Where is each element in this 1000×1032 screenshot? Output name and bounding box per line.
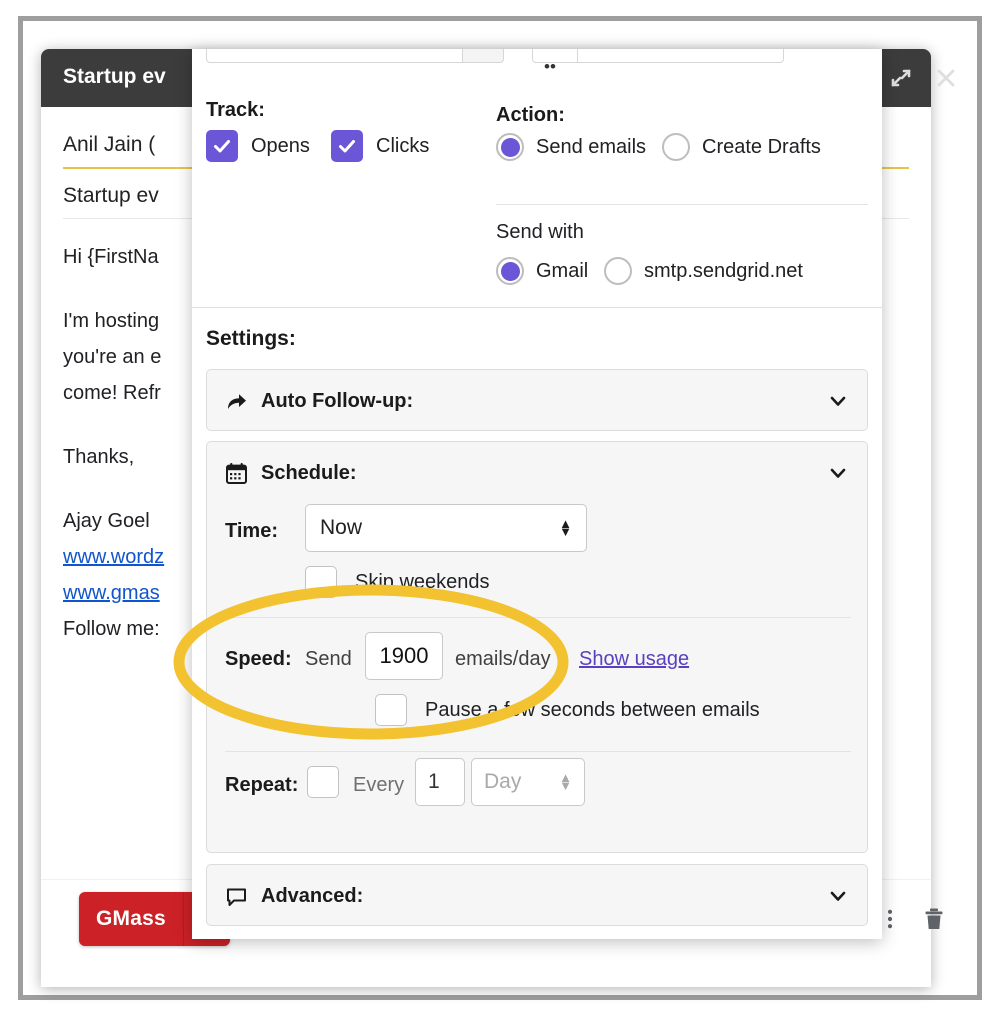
action-send-emails-label: Send emails <box>536 136 646 159</box>
send-with-smtp-label: smtp.sendgrid.net <box>644 260 803 283</box>
accordion-schedule[interactable]: Schedule: Time: Now ▲ ▼ <box>206 441 868 853</box>
chevron-down-icon[interactable] <box>827 390 849 412</box>
gmass-settings-popup: •• Track: Opens Clicks Action: <box>192 49 882 939</box>
action-label: Action: <box>496 104 565 127</box>
action-send-emails-row[interactable]: Send emails <box>496 133 646 161</box>
radio-gmail[interactable] <box>496 257 524 285</box>
repeat-checkbox-row[interactable] <box>307 766 339 798</box>
speed-unit-text: emails/day <box>455 648 551 671</box>
gmass-button-label: GMass <box>79 907 183 931</box>
speed-input[interactable]: 1900 <box>365 632 443 680</box>
track-clicks-label: Clicks <box>376 135 429 158</box>
send-with-smtp-row[interactable]: smtp.sendgrid.net <box>604 257 803 285</box>
pause-between-emails-label: Pause a few seconds between emails <box>425 699 760 722</box>
comment-icon <box>225 885 251 908</box>
checkbox-opens[interactable] <box>206 130 238 162</box>
action-create-drafts-label: Create Drafts <box>702 136 821 159</box>
track-opens-label: Opens <box>251 135 310 158</box>
radio-send-emails[interactable] <box>496 133 524 161</box>
repeat-label: Repeat: <box>225 774 298 797</box>
body-line-2: you're an e <box>63 346 161 368</box>
body-line-1: I'm hosting <box>63 310 159 332</box>
close-icon[interactable] <box>931 63 961 93</box>
expand-icon[interactable] <box>886 63 916 93</box>
radio-smtp[interactable] <box>604 257 632 285</box>
time-select-value: Now <box>320 516 362 540</box>
track-clicks-row[interactable]: Clicks <box>331 130 429 162</box>
cutoff-input-left-button[interactable] <box>462 49 504 63</box>
send-with-gmail-row[interactable]: Gmail <box>496 257 588 285</box>
page-title: Startup ev <box>63 65 166 89</box>
speed-send-text: Send <box>305 648 352 671</box>
repeat-every-text: Every <box>353 774 404 797</box>
chevron-down-icon[interactable] <box>827 885 849 907</box>
time-select[interactable]: Now ▲ ▼ <box>305 504 587 552</box>
gmail-compose-window: Startup ev Anil Jain ( Startup <box>41 49 931 987</box>
screenshot-frame: Startup ev Anil Jain ( Startup <box>18 16 982 1000</box>
divider <box>225 751 851 752</box>
checkbox-pause-between-emails[interactable] <box>375 694 407 726</box>
accordion-auto-followup-header[interactable]: Auto Follow-up: <box>207 370 867 432</box>
signature-link-2[interactable]: www.gmas <box>63 582 160 604</box>
accordion-auto-followup[interactable]: Auto Follow-up: <box>206 369 868 431</box>
time-label: Time: <box>225 520 278 543</box>
repeat-interval-input[interactable]: 1 <box>415 758 465 806</box>
checkbox-skip-weekends[interactable] <box>305 566 337 598</box>
radio-create-drafts[interactable] <box>662 133 690 161</box>
repeat-unit-value: Day <box>484 770 521 794</box>
signature-link-1[interactable]: www.wordz <box>63 546 164 568</box>
accordion-advanced[interactable]: Advanced: <box>206 864 868 926</box>
send-with-gmail-label: Gmail <box>536 260 588 283</box>
checkbox-clicks[interactable] <box>331 130 363 162</box>
trash-icon[interactable] <box>917 902 951 936</box>
divider <box>225 617 851 618</box>
checkbox-repeat[interactable] <box>307 766 339 798</box>
screenshot-canvas: Startup ev Anil Jain ( Startup <box>0 0 1000 1032</box>
accordion-advanced-header[interactable]: Advanced: <box>207 865 867 927</box>
skip-weekends-row[interactable]: Skip weekends <box>305 566 490 598</box>
accordion-schedule-header[interactable]: Schedule: <box>207 442 867 504</box>
calendar-icon <box>225 462 251 485</box>
track-label: Track: <box>206 99 265 122</box>
spinner-down: ▼ <box>559 782 572 790</box>
divider <box>496 204 868 205</box>
send-with-label: Send with <box>496 221 584 244</box>
accordion-auto-followup-title: Auto Follow-up: <box>261 390 413 413</box>
action-create-drafts-row[interactable]: Create Drafts <box>662 133 821 161</box>
accordion-schedule-title: Schedule: <box>261 462 357 485</box>
divider <box>192 307 882 308</box>
accordion-advanced-title: Advanced: <box>261 885 363 908</box>
forward-arrow-icon <box>225 390 251 413</box>
track-opens-row[interactable]: Opens <box>206 130 310 162</box>
cutoff-input-left[interactable] <box>206 49 496 63</box>
chevron-down-icon[interactable] <box>827 462 849 484</box>
settings-label: Settings: <box>206 327 296 351</box>
spinner-icon[interactable]: ▲ ▼ <box>559 774 572 790</box>
repeat-unit-select[interactable]: Day ▲ ▼ <box>471 758 585 806</box>
radio-dot <box>501 138 520 157</box>
spinner-icon[interactable]: ▲ ▼ <box>559 520 572 536</box>
body-line-3: come! Refr <box>63 382 161 404</box>
spinner-down: ▼ <box>559 528 572 536</box>
speed-label: Speed: <box>225 648 292 671</box>
pause-between-emails-row[interactable]: Pause a few seconds between emails <box>375 694 760 726</box>
skip-weekends-label: Skip weekends <box>355 571 490 594</box>
radio-dot <box>501 262 520 281</box>
show-usage-link[interactable]: Show usage <box>579 648 689 671</box>
cutoff-glyph: •• <box>544 57 556 77</box>
